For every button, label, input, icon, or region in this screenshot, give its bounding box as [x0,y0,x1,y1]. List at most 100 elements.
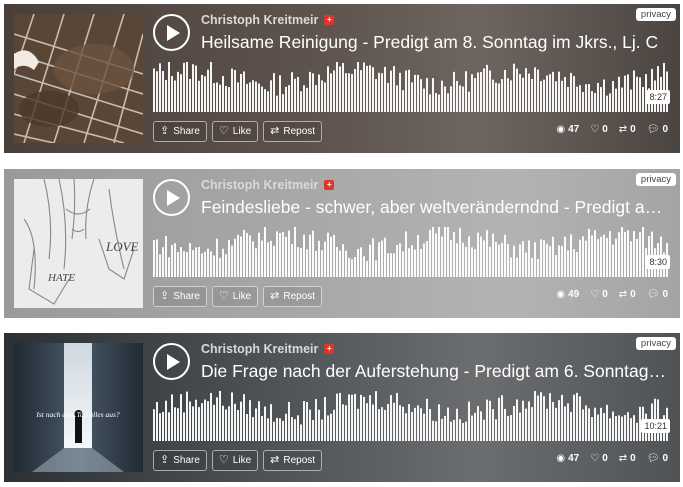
waveform-bar [189,78,191,112]
waveform-bar [180,394,182,441]
waveform-bar [465,246,467,277]
waveform-bar [237,234,239,277]
like-button[interactable]: ♡ Like [211,286,259,307]
track-title[interactable]: Heilsame Reinigung - Predigt am 8. Sonnt… [201,32,669,53]
waveform-bar [627,412,629,441]
comments-count: 0 [662,453,668,464]
waveform-bar [342,244,344,277]
play-button[interactable] [153,179,190,216]
waveform-bar [384,409,386,441]
waveform-bar [351,394,353,441]
waveform-bar [540,392,542,441]
repost-icon: ⇄ [270,125,280,137]
repost-button[interactable]: ⇄ Repost [263,286,323,307]
share-button[interactable]: ⇪ Share [153,450,207,471]
plays-stat: ◉ 49 [556,289,579,300]
play-count-icon: ◉ [556,124,566,135]
waveform-bar [429,94,431,112]
waveform[interactable] [153,391,670,441]
waveform-bar [477,72,479,112]
like-button[interactable]: ♡ Like [211,121,259,142]
play-button[interactable] [153,343,190,380]
waveform-bar [552,401,554,441]
plays-count: 47 [568,453,580,464]
artist-name[interactable]: Christoph Kreitmeir + [201,13,335,27]
play-icon [167,353,180,370]
waveform-bar [486,399,488,441]
waveform-bar [516,257,518,277]
heart-icon: ♡ [218,125,229,137]
waveform-bar [381,407,383,441]
waveform-bar [597,414,599,441]
artist-name[interactable]: Christoph Kreitmeir + [201,342,335,356]
artist-label[interactable]: Christoph Kreitmeir [201,178,318,192]
waveform-bar [354,257,356,277]
waveform-bar [408,248,410,277]
waveform-bar [630,241,632,277]
waveform-bar [300,91,302,112]
track-artwork[interactable] [14,14,143,143]
waveform-bar [246,413,248,441]
likes-stat: ♡ 0 [590,289,608,300]
waveform[interactable] [153,227,670,277]
track-artwork[interactable]: LOVE HATE [14,179,143,308]
waveform-bar [327,66,329,112]
heart-icon: ♡ [218,454,229,466]
waveform[interactable] [153,62,670,112]
waveform-bar [435,233,437,277]
waveform-bar [567,250,569,277]
doorway-light-artwork-icon: Ist nach dem Tod alles aus? [14,343,143,472]
waveform-bar [498,397,500,441]
heart-icon: ♡ [590,289,600,300]
waveform-bar [558,71,560,112]
waveform-bar [225,254,227,277]
waveform-bar [381,73,383,112]
waveform-bar [525,408,527,441]
waveform-bar [351,73,353,112]
waveform-bar [342,404,344,441]
waveform-bar [489,400,491,441]
waveform-bar [363,62,365,112]
waveform-bar [567,403,569,441]
heart-icon: ♡ [218,290,229,302]
waveform-bar [180,74,182,112]
waveform-bar [468,91,470,112]
share-button[interactable]: ⇪ Share [153,121,207,142]
waveform-bar [192,250,194,277]
waveform-bar [306,401,308,441]
waveform-bar [375,79,377,112]
like-button[interactable]: ♡ Like [211,450,259,471]
waveform-bar [426,241,428,277]
waveform-bar [450,421,452,441]
waveform-bar [228,406,230,441]
waveform-bar [588,84,590,112]
share-button[interactable]: ⇪ Share [153,286,207,307]
waveform-bar [624,415,626,441]
waveform-bar [624,231,626,277]
track-artwork[interactable]: Ist nach dem Tod alles aus? [14,343,143,472]
artist-name[interactable]: Christoph Kreitmeir + [201,178,335,192]
waveform-bar [162,247,164,277]
artist-label[interactable]: Christoph Kreitmeir [201,13,318,27]
waveform-bar [438,94,440,112]
reposts-stat: ⇄ 0 [619,124,636,135]
waveform-bar [279,75,281,112]
waveform-bar [282,232,284,277]
waveform-bar [165,400,167,441]
waveform-bar [525,252,527,277]
waveform-bar [201,253,203,277]
waveform-bar [267,418,269,441]
waveform-bar [360,394,362,441]
waveform-bar [288,85,290,112]
waveform-bar [303,85,305,112]
artist-label[interactable]: Christoph Kreitmeir [201,342,318,356]
repost-button[interactable]: ⇄ Repost [263,450,323,471]
waveform-bar [546,408,548,441]
play-button[interactable] [153,14,190,51]
track-title[interactable]: Feindesliebe - schwer, aber weltveränder… [201,197,669,218]
waveform-bar [402,90,404,112]
repost-button[interactable]: ⇄ Repost [263,121,323,142]
waveform-bar [537,395,539,441]
waveform-bar [531,407,533,441]
track-title[interactable]: Die Frage nach der Auferstehung - Predig… [201,361,669,382]
